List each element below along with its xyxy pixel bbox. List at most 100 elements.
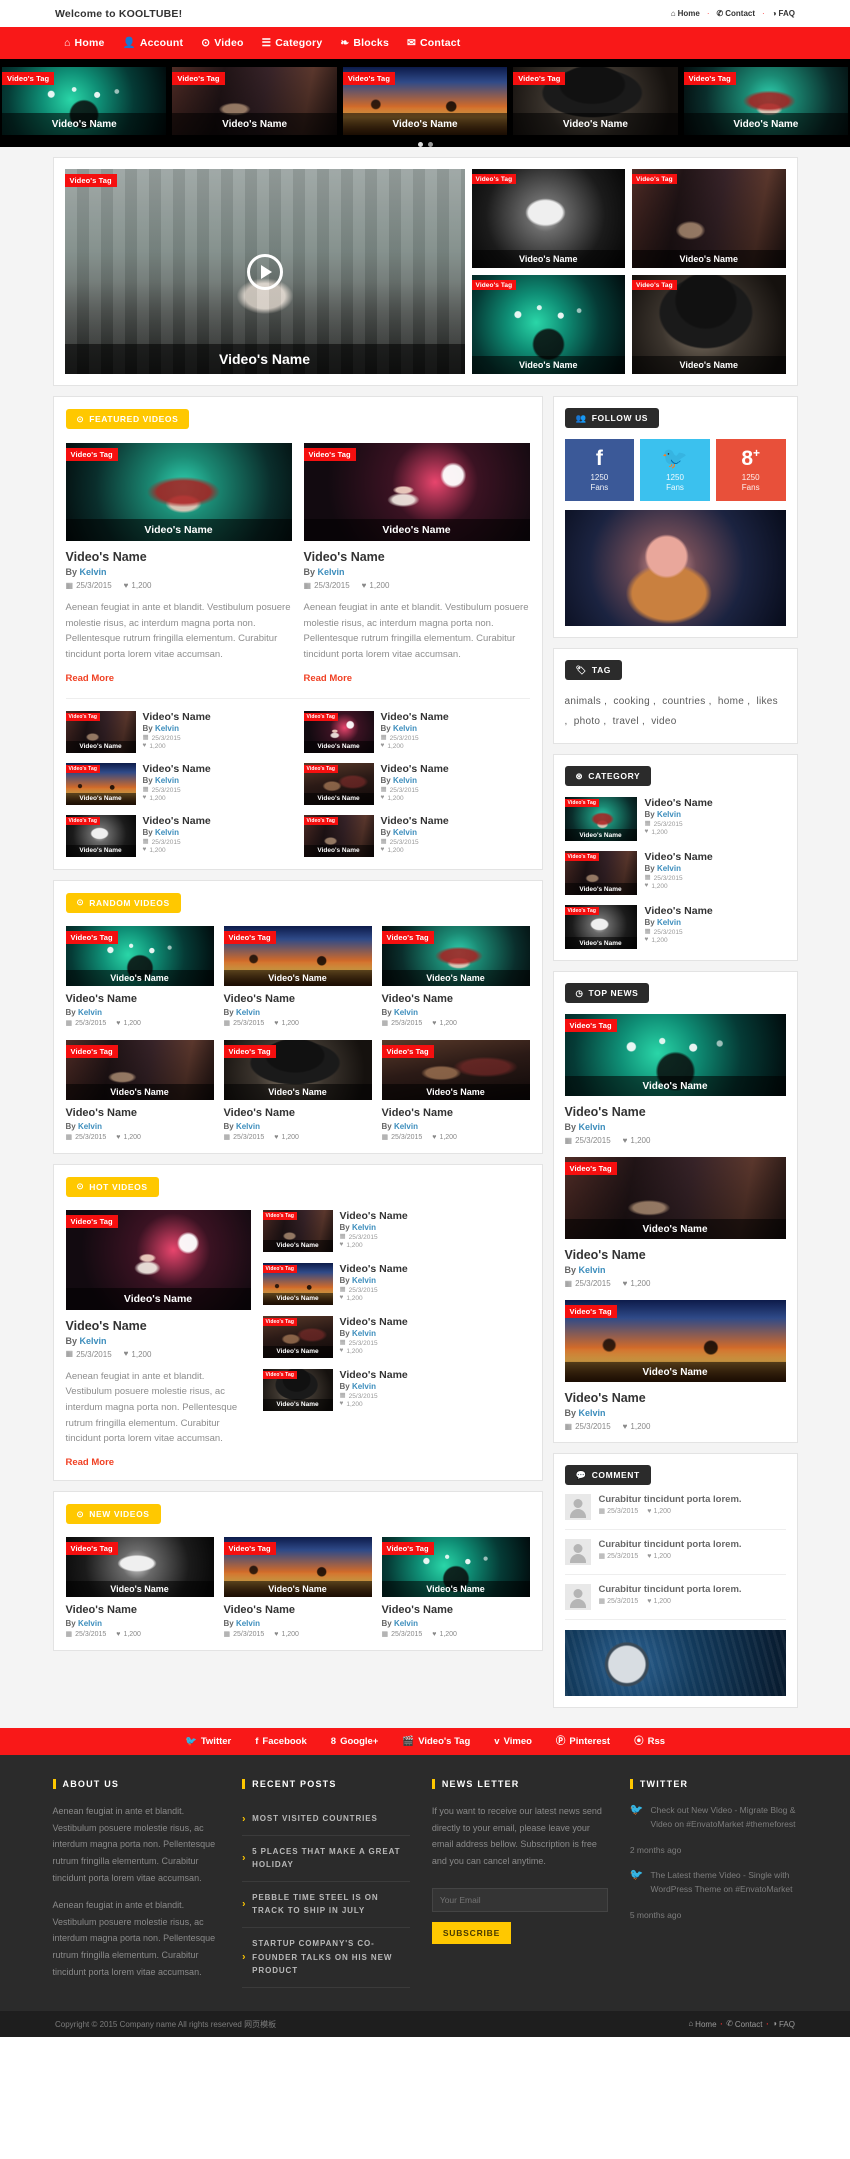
video-title[interactable]: Video's Name [66, 1107, 214, 1119]
grid-thumb[interactable]: Video's Tag Video's Name [65, 1537, 214, 1598]
read-more-link[interactable]: Read More [66, 673, 115, 684]
hero-small-video[interactable]: Video's Tag Video's Name [471, 275, 625, 374]
video-title[interactable]: Video's Name [224, 1604, 372, 1616]
video-title[interactable]: Video's Name [143, 711, 292, 723]
video-tag-badge[interactable]: Video's Tag [303, 448, 356, 461]
hero-small-video[interactable]: Video's Tag Video's Name [632, 169, 786, 268]
author-name[interactable]: Kelvin [236, 1619, 260, 1628]
video-tag-badge[interactable]: Video's Tag [564, 907, 599, 915]
carousel-slide[interactable]: Video's Tag Video's Name [683, 67, 849, 135]
nav-item-category[interactable]: ☰ Category [253, 37, 332, 49]
video-title[interactable]: Video's Name [66, 550, 292, 564]
footer-social-twitter-icon[interactable]: 🐦 Twitter [185, 1736, 231, 1747]
footer-social-facebook-icon[interactable]: f Facebook [255, 1736, 307, 1747]
author-name[interactable]: Kelvin [80, 567, 107, 577]
video-tag-badge[interactable]: Video's Tag [223, 1044, 276, 1058]
author-name[interactable]: Kelvin [657, 864, 681, 873]
author-name[interactable]: Kelvin [352, 1276, 376, 1285]
video-title[interactable]: Video's Name [382, 1107, 530, 1119]
top-link-faq[interactable]: ◑ FAQ [772, 9, 795, 18]
video-tag-badge[interactable]: Video's Tag [513, 72, 566, 85]
sidebar-bottom-ad[interactable] [564, 1630, 786, 1696]
grid-thumb[interactable]: Video's Tag Video's Name [65, 1039, 214, 1100]
author-name[interactable]: Kelvin [155, 828, 179, 837]
video-title[interactable]: Video's Name [66, 993, 214, 1005]
category-item[interactable]: Video's Tag Video's Name Video's Name By Ke… [564, 797, 786, 841]
grid-thumb[interactable]: Video's Tag Video's Name [223, 1537, 372, 1598]
list-item[interactable]: Video's Tag Video's Name Video's Name By Ke… [262, 1315, 530, 1358]
video-title[interactable]: Video's Name [565, 1105, 786, 1119]
carousel-slide[interactable]: Video's Tag Video's Name [2, 67, 167, 135]
top-news-thumb[interactable]: Video's Tag Video's Name [564, 1300, 786, 1382]
video-tag-badge[interactable]: Video's Tag [381, 930, 434, 944]
grid-thumb[interactable]: Video's Tag Video's Name [223, 1039, 372, 1100]
video-tag-badge[interactable]: Video's Tag [262, 1317, 297, 1326]
tag-link[interactable]: cooking [613, 696, 650, 707]
video-title[interactable]: Video's Name [645, 851, 786, 863]
comment-item[interactable]: Curabitur tincidunt porta lorem. ▦ 25/3/20… [564, 1485, 786, 1530]
author-name[interactable]: Kelvin [657, 918, 681, 927]
carousel-slide[interactable]: Video's Tag Video's Name [342, 67, 508, 135]
tag-link[interactable]: video [651, 716, 676, 727]
video-tag-badge[interactable]: Video's Tag [471, 174, 517, 184]
grid-thumb[interactable]: Video's Tag Video's Name [223, 925, 372, 986]
list-item[interactable]: Video's Tag Video's Name Video's Name By Ke… [303, 814, 530, 857]
video-tag-badge[interactable]: Video's Tag [65, 816, 100, 825]
video-title[interactable]: Video's Name [381, 711, 530, 723]
video-title[interactable]: Video's Name [382, 993, 530, 1005]
list-item[interactable]: Video's Tag Video's Name Video's Name By Ke… [65, 814, 292, 857]
author-name[interactable]: Kelvin [155, 776, 179, 785]
author-name[interactable]: Kelvin [393, 724, 417, 733]
video-tag-badge[interactable]: Video's Tag [683, 72, 736, 85]
video-title[interactable]: Video's Name [381, 815, 530, 827]
author-name[interactable]: Kelvin [579, 1122, 606, 1132]
author-name[interactable]: Kelvin [394, 1008, 418, 1017]
video-title[interactable]: Video's Name [340, 1263, 530, 1275]
video-tag-badge[interactable]: Video's Tag [632, 280, 677, 290]
video-tag-badge[interactable]: Video's Tag [262, 1370, 297, 1379]
nav-item-blocks[interactable]: ❧ Blocks [331, 37, 398, 49]
author-name[interactable]: Kelvin [394, 1619, 418, 1628]
video-tag-badge[interactable]: Video's Tag [223, 1542, 276, 1556]
carousel-slide[interactable]: Video's Tag Video's Name [513, 67, 678, 135]
tag-link[interactable]: likes [756, 696, 778, 707]
footer-post-item[interactable]: 5 PLACES THAT MAKE A GREAT HOLIDAY [242, 1836, 410, 1882]
nav-item-video[interactable]: ⊙ Video [192, 37, 252, 49]
carousel-dot[interactable] [427, 142, 433, 147]
video-tag-badge[interactable]: Video's Tag [65, 1044, 118, 1058]
subscribe-button[interactable]: SUBSCRIBE [431, 1921, 512, 1944]
author-name[interactable]: Kelvin [579, 1265, 606, 1275]
video-title[interactable]: Video's Name [143, 763, 292, 775]
hero-carousel[interactable]: Video's Tag Video's Name Video's Tag Video'… [0, 59, 850, 147]
video-title[interactable]: Video's Name [565, 1248, 786, 1262]
list-item[interactable]: Video's Tag Video's Name Video's Name By Ke… [65, 762, 292, 805]
video-tag-badge[interactable]: Video's Tag [303, 816, 338, 825]
video-tag-badge[interactable]: Video's Tag [632, 174, 677, 184]
video-tag-badge[interactable]: Video's Tag [381, 1044, 434, 1058]
video-title[interactable]: Video's Name [224, 993, 372, 1005]
copy-link-home[interactable]: ⌂ Home [688, 2020, 716, 2029]
video-tag-badge[interactable]: Video's Tag [303, 764, 338, 773]
hero-main-video[interactable]: Video's Tag Video's Name [64, 169, 465, 374]
comment-item[interactable]: Curabitur tincidunt porta lorem. ▦ 25/3/20… [564, 1575, 786, 1620]
featured-thumb[interactable]: Video's Tag Video's Name [303, 443, 530, 541]
video-tag-badge[interactable]: Video's Tag [564, 1019, 617, 1032]
video-title[interactable]: Video's Name [66, 1604, 214, 1616]
category-item[interactable]: Video's Tag Video's Name Video's Name By Ke… [564, 851, 786, 895]
video-tag-badge[interactable]: Video's Tag [303, 712, 338, 721]
video-title[interactable]: Video's Name [224, 1107, 372, 1119]
top-news-thumb[interactable]: Video's Tag Video's Name [564, 1157, 786, 1239]
video-title[interactable]: Video's Name [340, 1316, 530, 1328]
hero-small-video[interactable]: Video's Tag Video's Name [471, 169, 625, 268]
footer-social-rss-icon[interactable]: ⦿ Rss [634, 1736, 665, 1747]
grid-thumb[interactable]: Video's Tag Video's Name [381, 1039, 530, 1100]
author-name[interactable]: Kelvin [155, 724, 179, 733]
googleplus-follow-button[interactable]: 8+ 1250 Fans [715, 439, 786, 501]
carousel-dot[interactable] [417, 142, 423, 147]
author-name[interactable]: Kelvin [78, 1008, 102, 1017]
footer-social-pinterest-icon[interactable]: Ⓟ Pinterest [556, 1736, 610, 1747]
video-tag-badge[interactable]: Video's Tag [471, 280, 517, 290]
play-button-icon[interactable] [246, 253, 283, 290]
author-name[interactable]: Kelvin [80, 1336, 107, 1346]
video-tag-badge[interactable]: Video's Tag [65, 1542, 118, 1556]
